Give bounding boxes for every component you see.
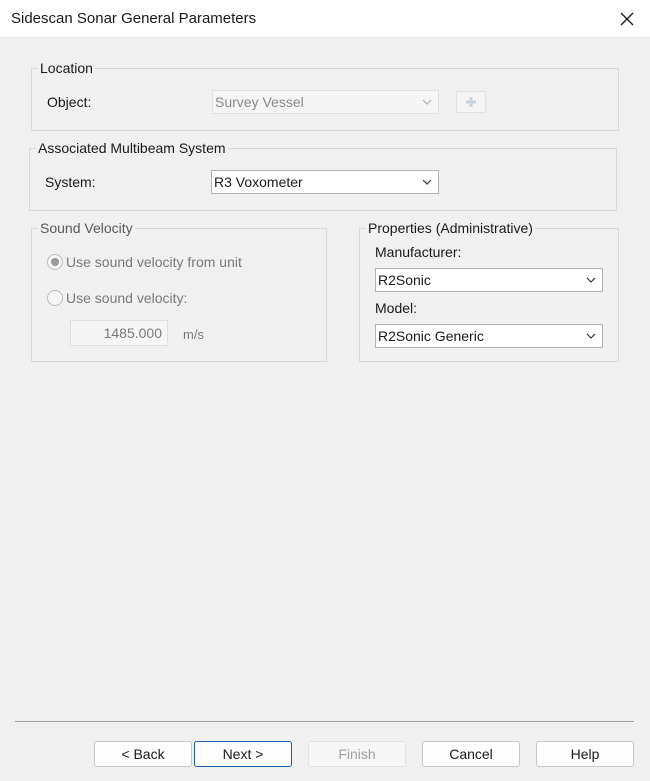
- cancel-button[interactable]: Cancel: [422, 741, 520, 767]
- close-icon: [620, 12, 634, 26]
- properties-group-label: Properties (Administrative): [366, 220, 535, 236]
- chevron-down-icon: [586, 333, 596, 339]
- title-bar: Sidescan Sonar General Parameters: [0, 0, 650, 38]
- back-button[interactable]: < Back: [94, 741, 192, 767]
- manufacturer-select[interactable]: R2Sonic: [375, 268, 603, 292]
- model-select-value: R2Sonic Generic: [378, 328, 484, 344]
- sound-velocity-input[interactable]: 1485.000: [70, 320, 168, 346]
- object-select[interactable]: Survey Vessel: [212, 90, 439, 114]
- system-select-value: R3 Voxometer: [214, 174, 303, 190]
- sound-velocity-group-label: Sound Velocity: [38, 220, 135, 236]
- manufacturer-select-value: R2Sonic: [378, 272, 431, 288]
- footer-separator: [15, 721, 634, 722]
- close-button[interactable]: [604, 0, 650, 38]
- next-button[interactable]: Next >: [194, 741, 292, 767]
- radio-sound-velocity-manual[interactable]: [47, 290, 63, 306]
- location-group-label: Location: [38, 60, 95, 76]
- sound-velocity-value: 1485.000: [103, 325, 162, 341]
- add-object-button[interactable]: [456, 91, 486, 113]
- sound-velocity-unit: m/s: [183, 327, 204, 342]
- radio-manual-label: Use sound velocity:: [66, 290, 188, 306]
- radio-from-unit-label: Use sound velocity from unit: [66, 254, 242, 270]
- radio-selected-dot: [51, 258, 59, 266]
- window-title: Sidescan Sonar General Parameters: [11, 10, 257, 27]
- object-label: Object:: [47, 94, 92, 110]
- chevron-down-icon: [586, 277, 596, 283]
- system-label: System:: [45, 174, 96, 190]
- object-select-value: Survey Vessel: [215, 94, 304, 110]
- model-label: Model:: [375, 300, 418, 316]
- system-select[interactable]: R3 Voxometer: [211, 170, 439, 194]
- chevron-down-icon: [422, 99, 432, 105]
- model-select[interactable]: R2Sonic Generic: [375, 324, 603, 348]
- chevron-down-icon: [422, 179, 432, 185]
- finish-button[interactable]: Finish: [308, 741, 406, 767]
- radio-sound-velocity-from-unit[interactable]: [47, 254, 63, 270]
- plus-icon: [466, 97, 476, 107]
- multibeam-group-label: Associated Multibeam System: [36, 140, 228, 156]
- manufacturer-label: Manufacturer:: [375, 244, 462, 260]
- help-button[interactable]: Help: [536, 741, 634, 767]
